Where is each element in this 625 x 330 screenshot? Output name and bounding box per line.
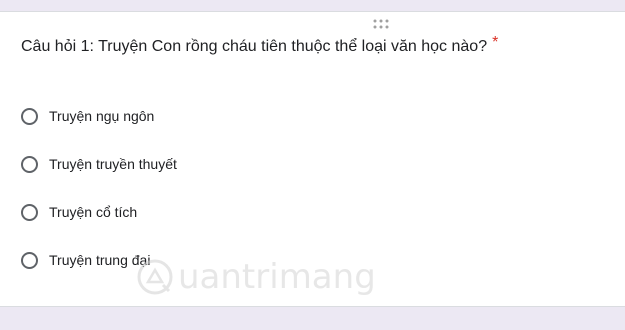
option-label: Truyện ngụ ngôn: [49, 108, 155, 124]
watermark-text: uantrimang: [178, 257, 376, 297]
option-truyen-ngu-ngon[interactable]: Truyện ngụ ngôn: [21, 104, 154, 128]
required-asterisk: *: [492, 34, 499, 51]
quantrimang-logo-icon: [137, 259, 173, 295]
watermark: uantrimang: [136, 258, 376, 296]
radio-button[interactable]: [21, 107, 38, 125]
option-label: Truyện cổ tích: [49, 204, 138, 220]
option-label: Truyện truyền thuyết: [49, 156, 177, 172]
radio-button[interactable]: [21, 155, 38, 173]
radio-button[interactable]: [21, 251, 38, 269]
option-truyen-truyen-thuyet[interactable]: Truyện truyền thuyết: [21, 152, 177, 176]
question-title: Câu hỏi 1: Truyện Con rồng cháu tiên thu…: [21, 34, 498, 56]
option-truyen-co-tich[interactable]: Truyện cổ tích: [21, 200, 137, 224]
question-text: Câu hỏi 1: Truyện Con rồng cháu tiên thu…: [21, 38, 488, 55]
radio-button[interactable]: [21, 203, 38, 221]
drag-handle-icon[interactable]: [372, 19, 390, 29]
option-truyen-trung-dai[interactable]: Truyện trung đại: [21, 248, 150, 272]
